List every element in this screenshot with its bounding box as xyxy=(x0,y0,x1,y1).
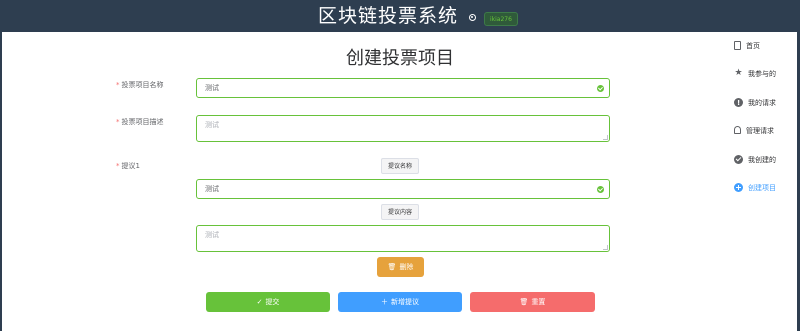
proposal-content-button[interactable]: 提议内容 xyxy=(381,204,419,220)
project-desc-placeholder: 测试 xyxy=(205,121,219,129)
add-proposal-button[interactable]: ＋新增提议 xyxy=(338,292,462,312)
reset-button[interactable]: 🗑 重置 xyxy=(470,292,595,312)
project-name-label: * 投票项目名称 xyxy=(116,81,164,89)
plus-circle-icon xyxy=(734,182,743,192)
proposal-name-value: 测试 xyxy=(205,185,219,193)
project-name-value: 测试 xyxy=(205,84,219,92)
trash-icon: 🗑 xyxy=(519,298,529,306)
plus-icon: ＋ xyxy=(381,298,388,306)
delete-proposal-button[interactable]: 🗑 删除 xyxy=(377,257,424,277)
sidebar-item-participated[interactable]: ★ 我参与的 xyxy=(734,67,776,81)
proposal-content-textarea[interactable]: 测试 xyxy=(196,225,610,252)
project-name-input[interactable]: 测试 xyxy=(196,78,610,98)
status-icon xyxy=(469,14,476,21)
sidebar-item-created[interactable]: 我创建的 xyxy=(734,153,776,167)
resize-handle-icon[interactable] xyxy=(603,135,608,140)
sidebar-item-home[interactable]: 首页 xyxy=(734,39,760,53)
proposal-name-input[interactable]: 测试 xyxy=(196,179,610,199)
sidebar-item-manage-requests[interactable]: 管理请求 xyxy=(734,124,774,138)
warning-icon xyxy=(734,96,743,110)
bell-icon xyxy=(734,126,741,134)
sidebar-item-my-requests[interactable]: 我的请求 xyxy=(734,96,776,110)
top-header: 区块链投票系统 ikia276 xyxy=(0,0,800,32)
app-title: 区块链投票系统 xyxy=(318,5,459,27)
sidebar-menu: 首页 ★我参与的 我的请求 管理请求 我创建的 创建项目 xyxy=(724,32,800,331)
page-title: 创建投票项目 xyxy=(346,48,454,69)
check-circle-icon xyxy=(734,154,743,164)
check-icon: ✓ xyxy=(256,298,263,306)
trash-icon: 🗑 xyxy=(387,263,397,271)
left-edge-divider xyxy=(0,32,2,331)
resize-handle-icon[interactable] xyxy=(603,245,608,250)
project-desc-label: * 投票项目描述 xyxy=(116,118,164,126)
valid-check-icon xyxy=(597,186,604,193)
valid-check-icon xyxy=(597,85,604,92)
user-tag[interactable]: ikia276 xyxy=(484,12,518,26)
proposal-label: * 提议1 xyxy=(116,162,140,170)
star-icon: ★ xyxy=(734,67,743,78)
proposal-name-button[interactable]: 提议名称 xyxy=(381,158,419,174)
proposal-content-value: 测试 xyxy=(205,231,219,239)
submit-button[interactable]: ✓ 提交 xyxy=(206,292,330,312)
project-desc-textarea[interactable]: 测试 xyxy=(196,115,610,142)
sidebar-item-create-project[interactable]: 创建项目 xyxy=(734,181,776,195)
document-icon xyxy=(734,40,741,50)
